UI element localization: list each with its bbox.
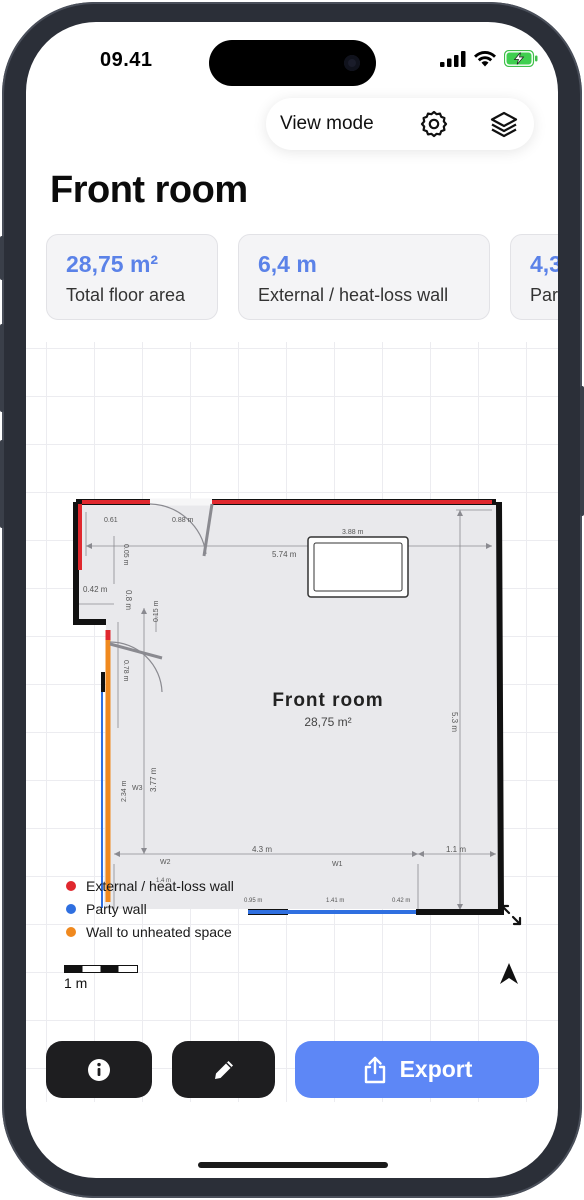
legend-dot-red: [66, 880, 76, 891]
export-button[interactable]: Export: [295, 1041, 539, 1098]
wall-label-w3: W3: [132, 785, 143, 792]
signal-icon: [440, 50, 466, 67]
dim-bottom-right: 1.1 m: [446, 845, 466, 854]
side-button-right: [580, 386, 584, 516]
dim-top-left-a: 0.61: [104, 517, 118, 524]
side-button-left-1: [0, 236, 4, 280]
side-button-left-2: [0, 324, 4, 412]
view-mode-button[interactable]: View mode: [280, 113, 374, 135]
wifi-icon: [474, 50, 496, 66]
dim-alcove-depth: 0.8 m: [124, 590, 133, 610]
scale-bar-label: 1 m: [64, 975, 88, 991]
dim-door-width: 0.78 m: [122, 660, 129, 682]
dim-bottom-width: 4.3 m: [252, 845, 272, 854]
legend-dot-blue: [66, 903, 76, 914]
layers-icon[interactable]: [488, 108, 520, 140]
stat-value: 6,4 m: [258, 251, 317, 277]
status-time: 09.41: [100, 49, 153, 71]
stat-label: Par: [530, 285, 558, 305]
stat-card-party-wall[interactable]: 4,3 Par: [510, 234, 558, 320]
screen: 09.41 View mode Front room 28,75 m² Tota…: [26, 22, 558, 1178]
stat-card-external-wall[interactable]: 6,4 m External / heat-loss wall: [238, 234, 490, 320]
dim-top-opening: 0.88 m: [172, 517, 194, 524]
status-icons: [440, 50, 538, 67]
battery-charging-icon: [504, 50, 538, 67]
gear-icon[interactable]: [418, 108, 450, 140]
wall-legend: External / heat-loss wall Party wall Wal…: [66, 874, 234, 943]
pencil-icon: [214, 1060, 233, 1079]
info-button[interactable]: [46, 1041, 152, 1098]
info-icon: [88, 1058, 110, 1081]
share-icon: [364, 1056, 385, 1083]
dim-bottom-d: 0.42 m: [392, 898, 410, 904]
floor-plan[interactable]: 0.88 m 0.61 0.05 m 3.88 m 5.74 m 0.42 m …: [26, 492, 558, 932]
dim-left-height: 3.77 m: [149, 767, 158, 792]
legend-label: External / heat-loss wall: [86, 877, 234, 894]
stat-label: External / heat-loss wall: [258, 285, 449, 305]
dim-small-gap: 0.15 m: [153, 600, 160, 622]
window-unit: [307, 536, 409, 598]
camera-icon: [344, 55, 360, 71]
dim-top-left-b: 0.05 m: [122, 544, 129, 566]
legend-item-unheated: Wall to unheated space: [66, 920, 234, 943]
dim-window-width: 3.88 m: [342, 529, 364, 536]
page-title: Front room: [50, 169, 248, 211]
scale-bar: 1 m: [64, 962, 138, 991]
dim-bottom-c: 1.41 m: [326, 898, 344, 904]
dim-right-height: 5.3 m: [450, 712, 459, 732]
plan-room-name: Front room: [272, 690, 383, 711]
edit-button[interactable]: [172, 1041, 275, 1098]
dynamic-island: [209, 40, 376, 86]
scale-bar-graphic: [64, 965, 138, 973]
dim-width-top: 5.74 m: [272, 550, 297, 559]
legend-label: Wall to unheated space: [86, 923, 232, 940]
dim-left-lower: 2.34 m: [121, 780, 128, 802]
export-label: Export: [399, 1056, 473, 1082]
plan-room-area: 28,75 m²: [304, 715, 351, 729]
view-mode-toolbar: View mode: [266, 98, 534, 150]
stat-value: 28,75 m²: [66, 251, 159, 277]
side-button-left-3: [0, 440, 4, 528]
stat-value: 4,3: [530, 251, 558, 277]
wall-label-w2: W2: [160, 859, 171, 866]
home-indicator[interactable]: [198, 1162, 388, 1168]
wall-label-w1: W1: [332, 861, 343, 868]
dim-alcove-width: 0.42 m: [83, 585, 108, 594]
legend-dot-orange: [66, 926, 76, 937]
north-arrow-icon[interactable]: [498, 962, 520, 986]
legend-label: Party wall: [86, 900, 147, 917]
stat-label: Total floor area: [66, 285, 186, 305]
stat-card-floor-area[interactable]: 28,75 m² Total floor area: [46, 234, 218, 320]
legend-item-party: Party wall: [66, 897, 234, 920]
legend-item-external: External / heat-loss wall: [66, 874, 234, 897]
dim-bottom-b: 0.95 m: [244, 898, 262, 904]
expand-icon[interactable]: [500, 904, 522, 926]
